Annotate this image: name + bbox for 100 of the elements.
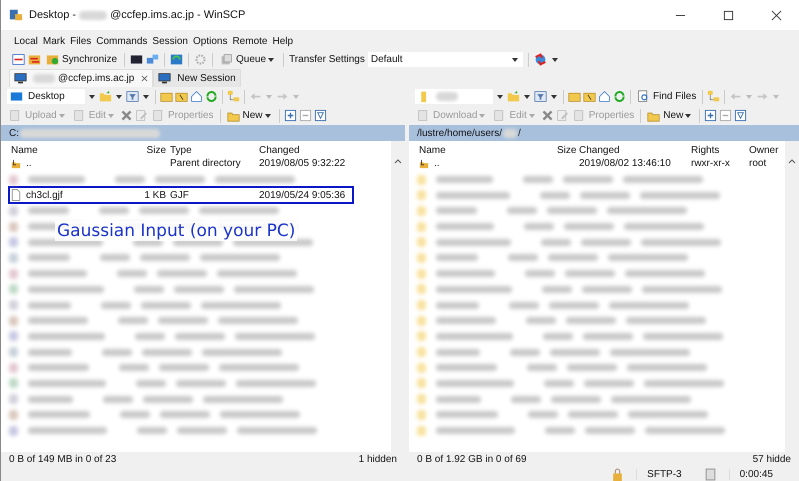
minus-icon[interactable]: [719, 109, 732, 122]
caret-icon[interactable]: [524, 94, 530, 98]
menu-item[interactable]: Options: [192, 36, 228, 46]
session-tab[interactable]: @ccfep.ims.ac.jp: [9, 69, 154, 87]
file-name[interactable]: ..: [24, 158, 34, 170]
transfer-settings-dropdown[interactable]: Default: [368, 52, 523, 67]
file-name[interactable]: ..: [432, 158, 442, 170]
column-header[interactable]: Size: [555, 145, 577, 156]
delete-icon[interactable]: [120, 109, 133, 122]
refresh-icon[interactable]: [205, 90, 218, 103]
monitor-icon: [158, 72, 172, 85]
maximize-icon[interactable]: [723, 10, 734, 20]
lock-icon: [611, 468, 624, 480]
column-header[interactable]: Changed: [577, 145, 689, 156]
column-header[interactable]: Size: [117, 145, 168, 156]
globe-icon[interactable]: [534, 53, 547, 66]
path-text: /: [518, 128, 521, 138]
menu-item[interactable]: Commands: [96, 36, 148, 46]
monitor-icon: [14, 72, 27, 85]
column-header[interactable]: Owner: [747, 145, 785, 156]
column-header[interactable]: Name: [417, 145, 555, 156]
caret-icon[interactable]: [552, 58, 558, 62]
sync-icon[interactable]: [28, 53, 41, 66]
filter-icon[interactable]: [734, 109, 748, 122]
home-icon[interactable]: [598, 90, 611, 103]
tree-icon[interactable]: [707, 90, 720, 103]
path-text: /lustre/home/users/: [417, 128, 502, 138]
terminal-icon[interactable]: [130, 53, 144, 66]
scroll-up-icon[interactable]: [788, 159, 796, 164]
home-icon[interactable]: [190, 90, 203, 103]
folder-icon[interactable]: [160, 90, 173, 103]
queue-button[interactable]: Queue: [218, 53, 278, 66]
file-icon: [11, 189, 21, 202]
gear-icon[interactable]: [194, 53, 208, 66]
status-text: 0 B of 149 MB in 0 of 23: [9, 454, 116, 465]
window-title: Desktop -: [29, 9, 76, 21]
refresh-icon[interactable]: [170, 53, 184, 66]
menu-item[interactable]: Mark: [42, 36, 66, 46]
caret-icon[interactable]: [497, 94, 503, 98]
folder-icon[interactable]: [175, 90, 188, 103]
folder-icon[interactable]: [583, 90, 596, 103]
folder-icon: [46, 53, 59, 66]
redacted-text: [79, 10, 108, 20]
scroll-up-icon[interactable]: [394, 159, 402, 164]
caret-icon[interactable]: [89, 94, 95, 98]
column-header[interactable]: Changed: [257, 145, 391, 156]
table-cell-text: root: [748, 158, 768, 170]
status-text: 57 hidde: [752, 454, 791, 465]
filter-icon[interactable]: [314, 109, 327, 122]
menu-item[interactable]: Help: [272, 36, 294, 46]
tree-icon[interactable]: [227, 90, 240, 103]
table-cell-text: GJF: [169, 190, 190, 201]
location-dropdown[interactable]: Desktop: [7, 89, 85, 104]
menu-item[interactable]: Local: [14, 36, 38, 46]
column-header[interactable]: Rights: [689, 145, 747, 156]
caret-icon: [58, 114, 65, 118]
filter-icon[interactable]: [126, 90, 139, 103]
caret-icon[interactable]: [551, 94, 557, 98]
caret-icon[interactable]: [116, 94, 122, 98]
column-header[interactable]: Name: [9, 145, 117, 156]
parent-folder-icon: [419, 158, 429, 170]
column-header[interactable]: Type: [168, 145, 257, 156]
caret-icon[interactable]: [143, 94, 149, 98]
plus-icon[interactable]: [284, 109, 297, 122]
menu-item[interactable]: Remote: [232, 36, 268, 46]
status-text: 1 hidden: [358, 454, 397, 465]
find-files-button[interactable]: Find Files: [635, 90, 698, 103]
compare-icon[interactable]: [12, 53, 25, 66]
caret-icon: [479, 114, 486, 118]
caret-icon: [685, 114, 692, 118]
plus-icon[interactable]: [704, 109, 718, 122]
new-button[interactable]: New: [645, 109, 696, 122]
file-name[interactable]: ch3cl.gjf: [24, 190, 65, 201]
queue-icon: [220, 53, 234, 66]
menu-item[interactable]: Session: [152, 36, 188, 46]
caret-icon: [528, 114, 535, 118]
close-icon[interactable]: [141, 75, 148, 82]
redacted-text: [436, 92, 458, 101]
search-icon: [637, 90, 650, 103]
window-title: @ccfep.ims.ac.jp - WinSCP: [110, 9, 246, 21]
path-text: C:: [9, 128, 19, 138]
folder-icon[interactable]: [568, 90, 581, 103]
table-cell-text: 2019/08/05 9:32:22: [258, 158, 346, 170]
refresh-icon[interactable]: [613, 90, 626, 103]
redacted-text: [33, 74, 55, 83]
protocol-text: SFTP-3: [636, 468, 692, 480]
redacted-text: [503, 128, 518, 138]
synchronize-button[interactable]: Synchronize: [44, 53, 120, 66]
new-button[interactable]: New: [224, 109, 275, 122]
table-cell-text: Parent directory: [169, 158, 242, 170]
scrollbar[interactable]: [785, 141, 799, 452]
filter-icon[interactable]: [534, 90, 547, 103]
annotation-label: Gaussian Input (on your PC): [55, 221, 298, 241]
table-cell-text: 1 KB: [143, 190, 167, 201]
session-tab[interactable]: New Session: [153, 69, 241, 87]
menu-item[interactable]: Files: [70, 36, 92, 46]
delete-icon[interactable]: [540, 109, 554, 122]
minus-icon[interactable]: [298, 109, 312, 122]
close-icon[interactable]: [771, 10, 782, 20]
table-cell-text: 2019/08/02 13:46:10: [578, 158, 672, 170]
